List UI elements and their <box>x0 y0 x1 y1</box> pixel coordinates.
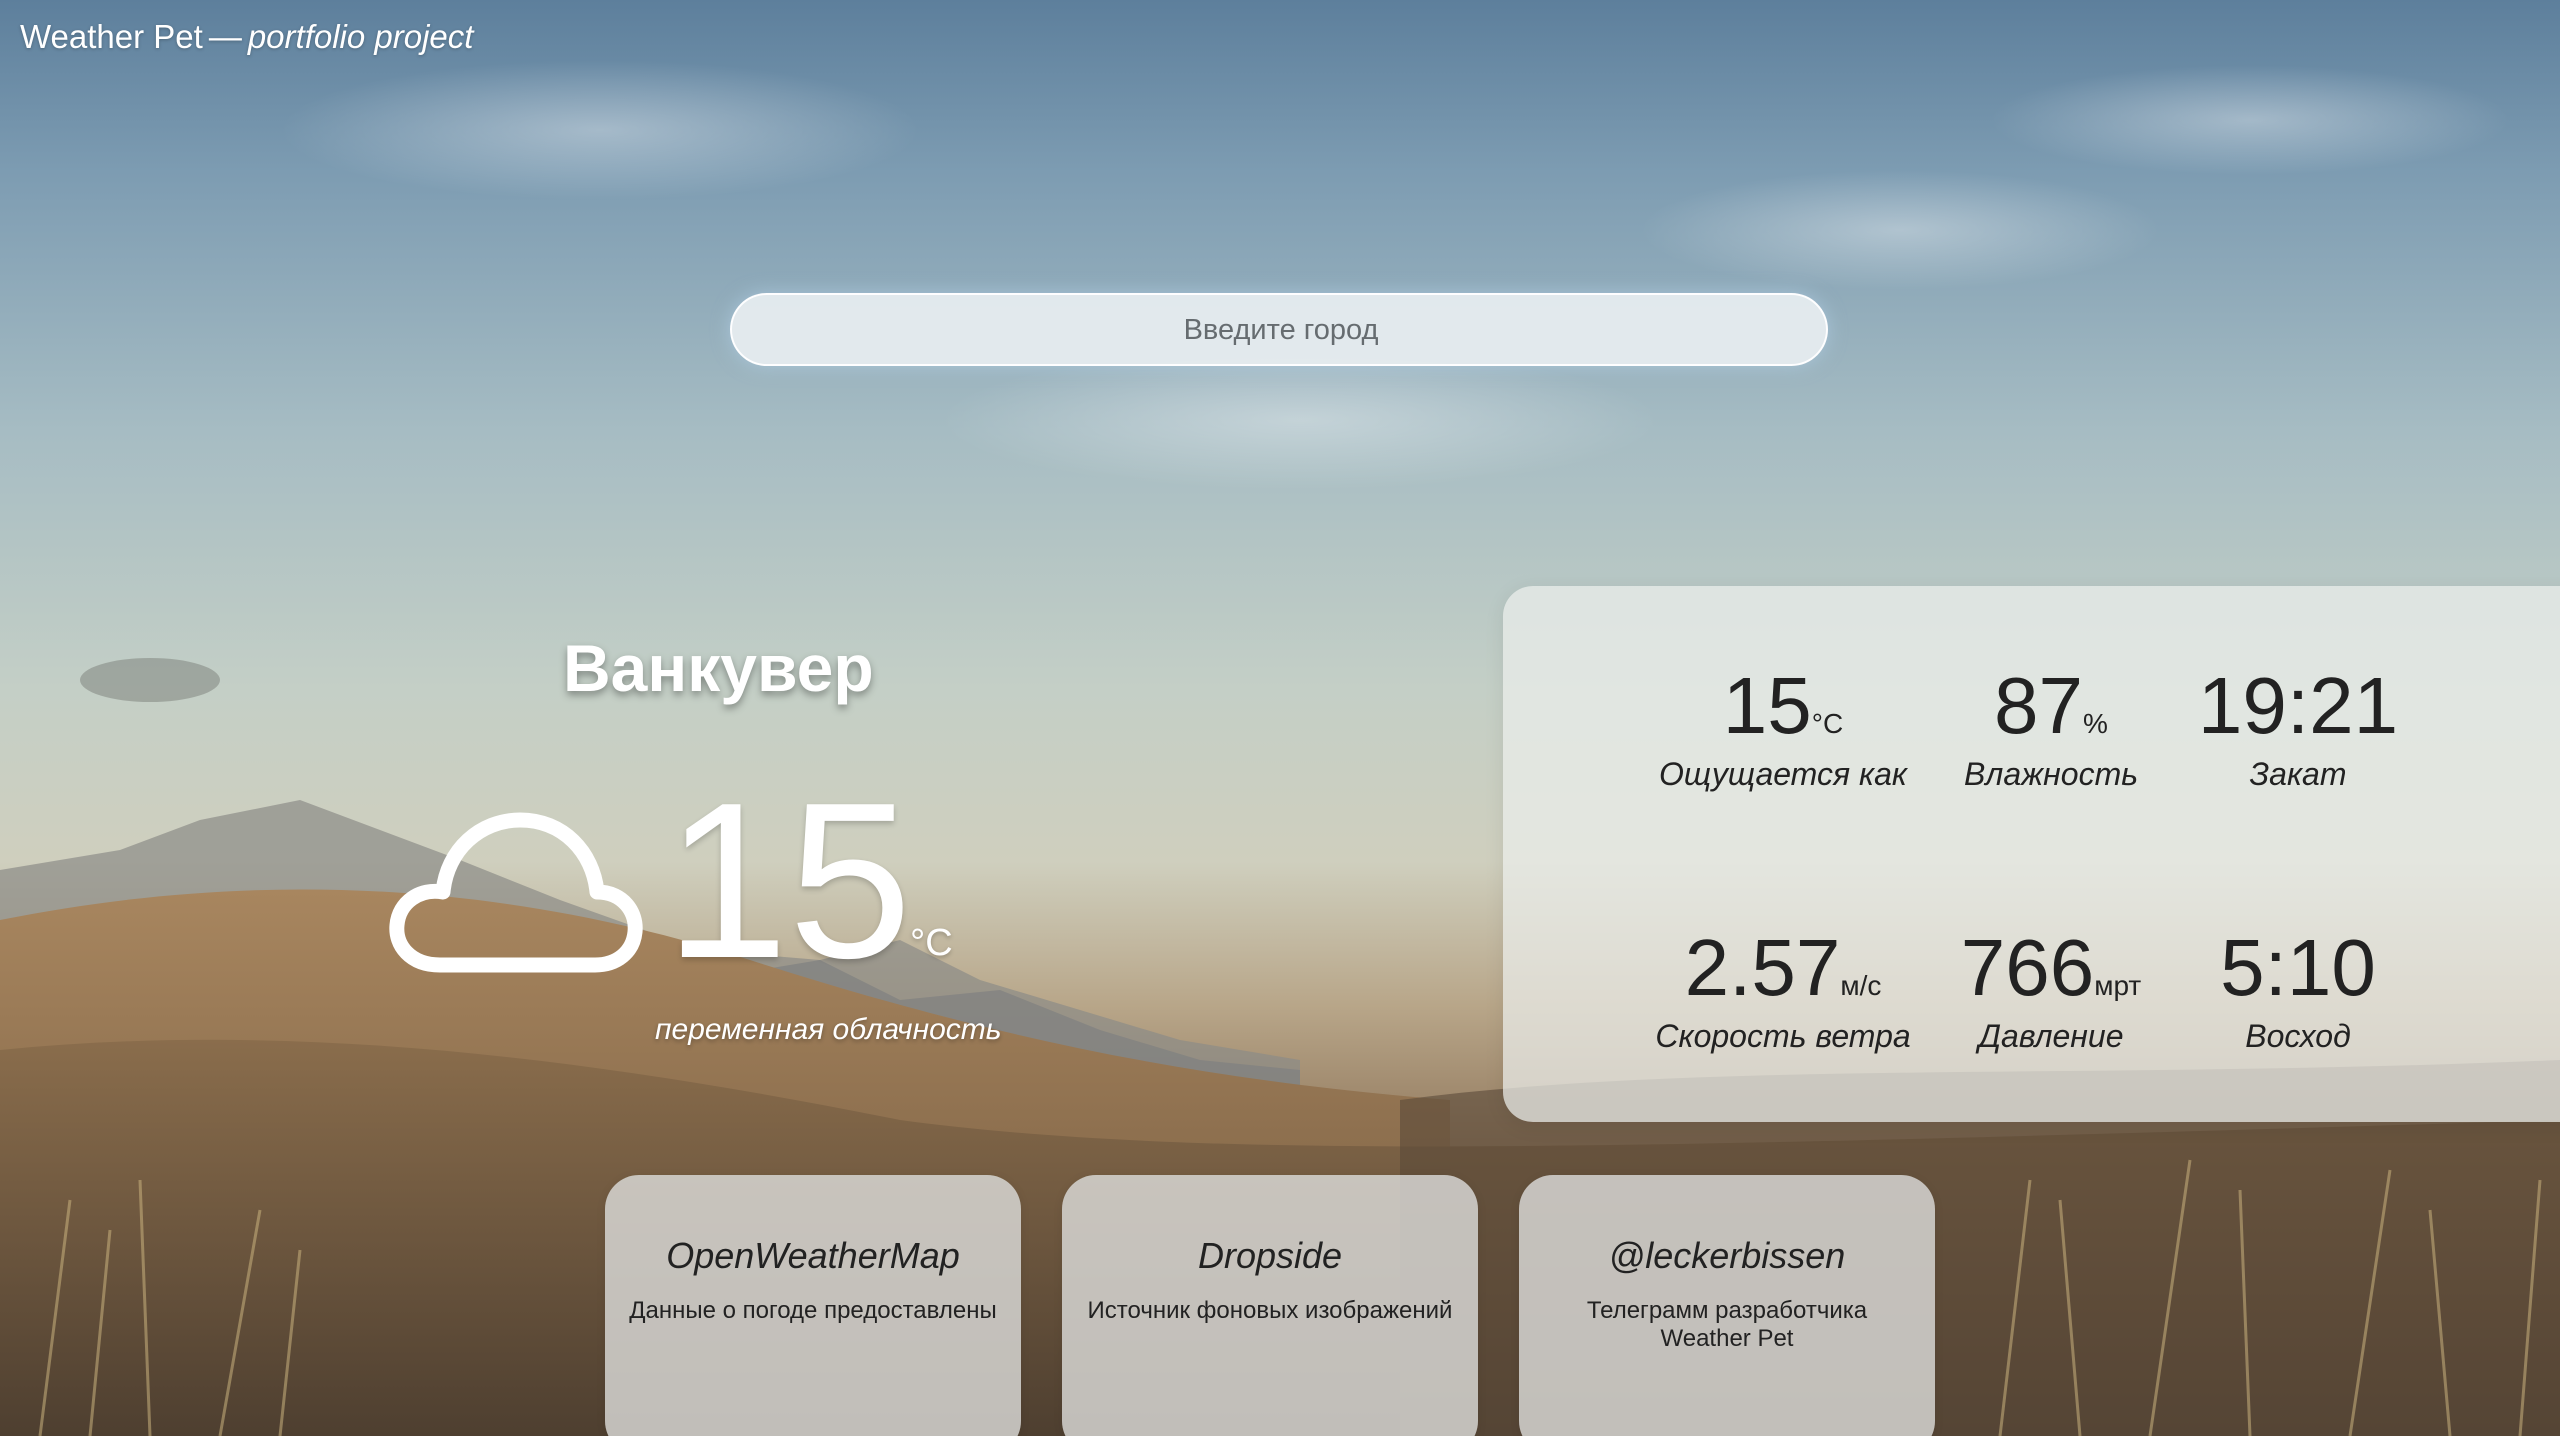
card-text: Данные о погоде предоставлены <box>629 1297 997 1324</box>
app-brand: Weather Pet — portfolio project <box>20 18 473 56</box>
metric-wind-speed: 2.57м/с Скорость ветра <box>1633 928 1933 1055</box>
current-temperature: 15 <box>665 757 912 1005</box>
card-openweathermap[interactable]: OpenWeatherMap Данные о погоде предостав… <box>605 1175 1021 1436</box>
metric-value: 5:10 <box>2220 923 2376 1012</box>
metric-value: 766 <box>1960 923 2095 1012</box>
card-telegram[interactable]: @leckerbissen Телеграмм разработчика Wea… <box>1519 1175 1935 1436</box>
metric-sunset: 19:21 Закат <box>2148 666 2448 793</box>
metric-label: Ощущается как <box>1659 756 1907 792</box>
metric-sunrise: 5:10 Восход <box>2148 928 2448 1055</box>
metric-unit: м/с <box>1840 970 1882 1001</box>
metric-value: 15 <box>1722 661 1812 750</box>
card-title: OpenWeatherMap <box>666 1235 960 1276</box>
city-search-input[interactable] <box>732 295 1830 366</box>
metric-feels-like: 15°C Ощущается как <box>1633 666 1933 793</box>
brand-separator: — <box>208 18 242 55</box>
metric-value: 2.57 <box>1684 923 1841 1012</box>
metric-unit: % <box>2083 708 2108 739</box>
metric-value: 19:21 <box>2197 661 2399 750</box>
metric-label: Закат <box>2249 756 2347 792</box>
metric-label: Восход <box>2245 1018 2351 1054</box>
card-title: Dropside <box>1197 1235 1343 1276</box>
card-text: Источник фоновых изображений <box>1087 1297 1453 1324</box>
weather-details-panel: 15°C Ощущается как 87% Влажность 19:21 З… <box>1503 586 2560 1122</box>
app-subtitle: portfolio project <box>247 18 474 55</box>
city-name: Ванкувер <box>563 631 874 705</box>
weather-app: Weather Pet—portfolio project Ванкувер 1… <box>0 0 2560 1436</box>
temperature-unit: °C <box>910 922 953 964</box>
app-title: Weather Pet <box>20 18 203 55</box>
metric-unit: мрт <box>2094 970 2142 1001</box>
card-text: Телеграмм разработчика Weather Pet <box>1586 1297 1868 1352</box>
metric-unit: °C <box>1811 708 1844 739</box>
card-dropside[interactable]: Dropside Источник фоновых изображений <box>1062 1175 1478 1436</box>
cloud-icon <box>385 800 647 975</box>
weather-description: переменная облачность <box>655 1013 1002 1046</box>
search-bar <box>730 293 1830 366</box>
metric-label: Скорость ветра <box>1655 1018 1911 1054</box>
card-title: @leckerbissen <box>1608 1235 1846 1276</box>
metric-value: 87 <box>1994 661 2084 750</box>
